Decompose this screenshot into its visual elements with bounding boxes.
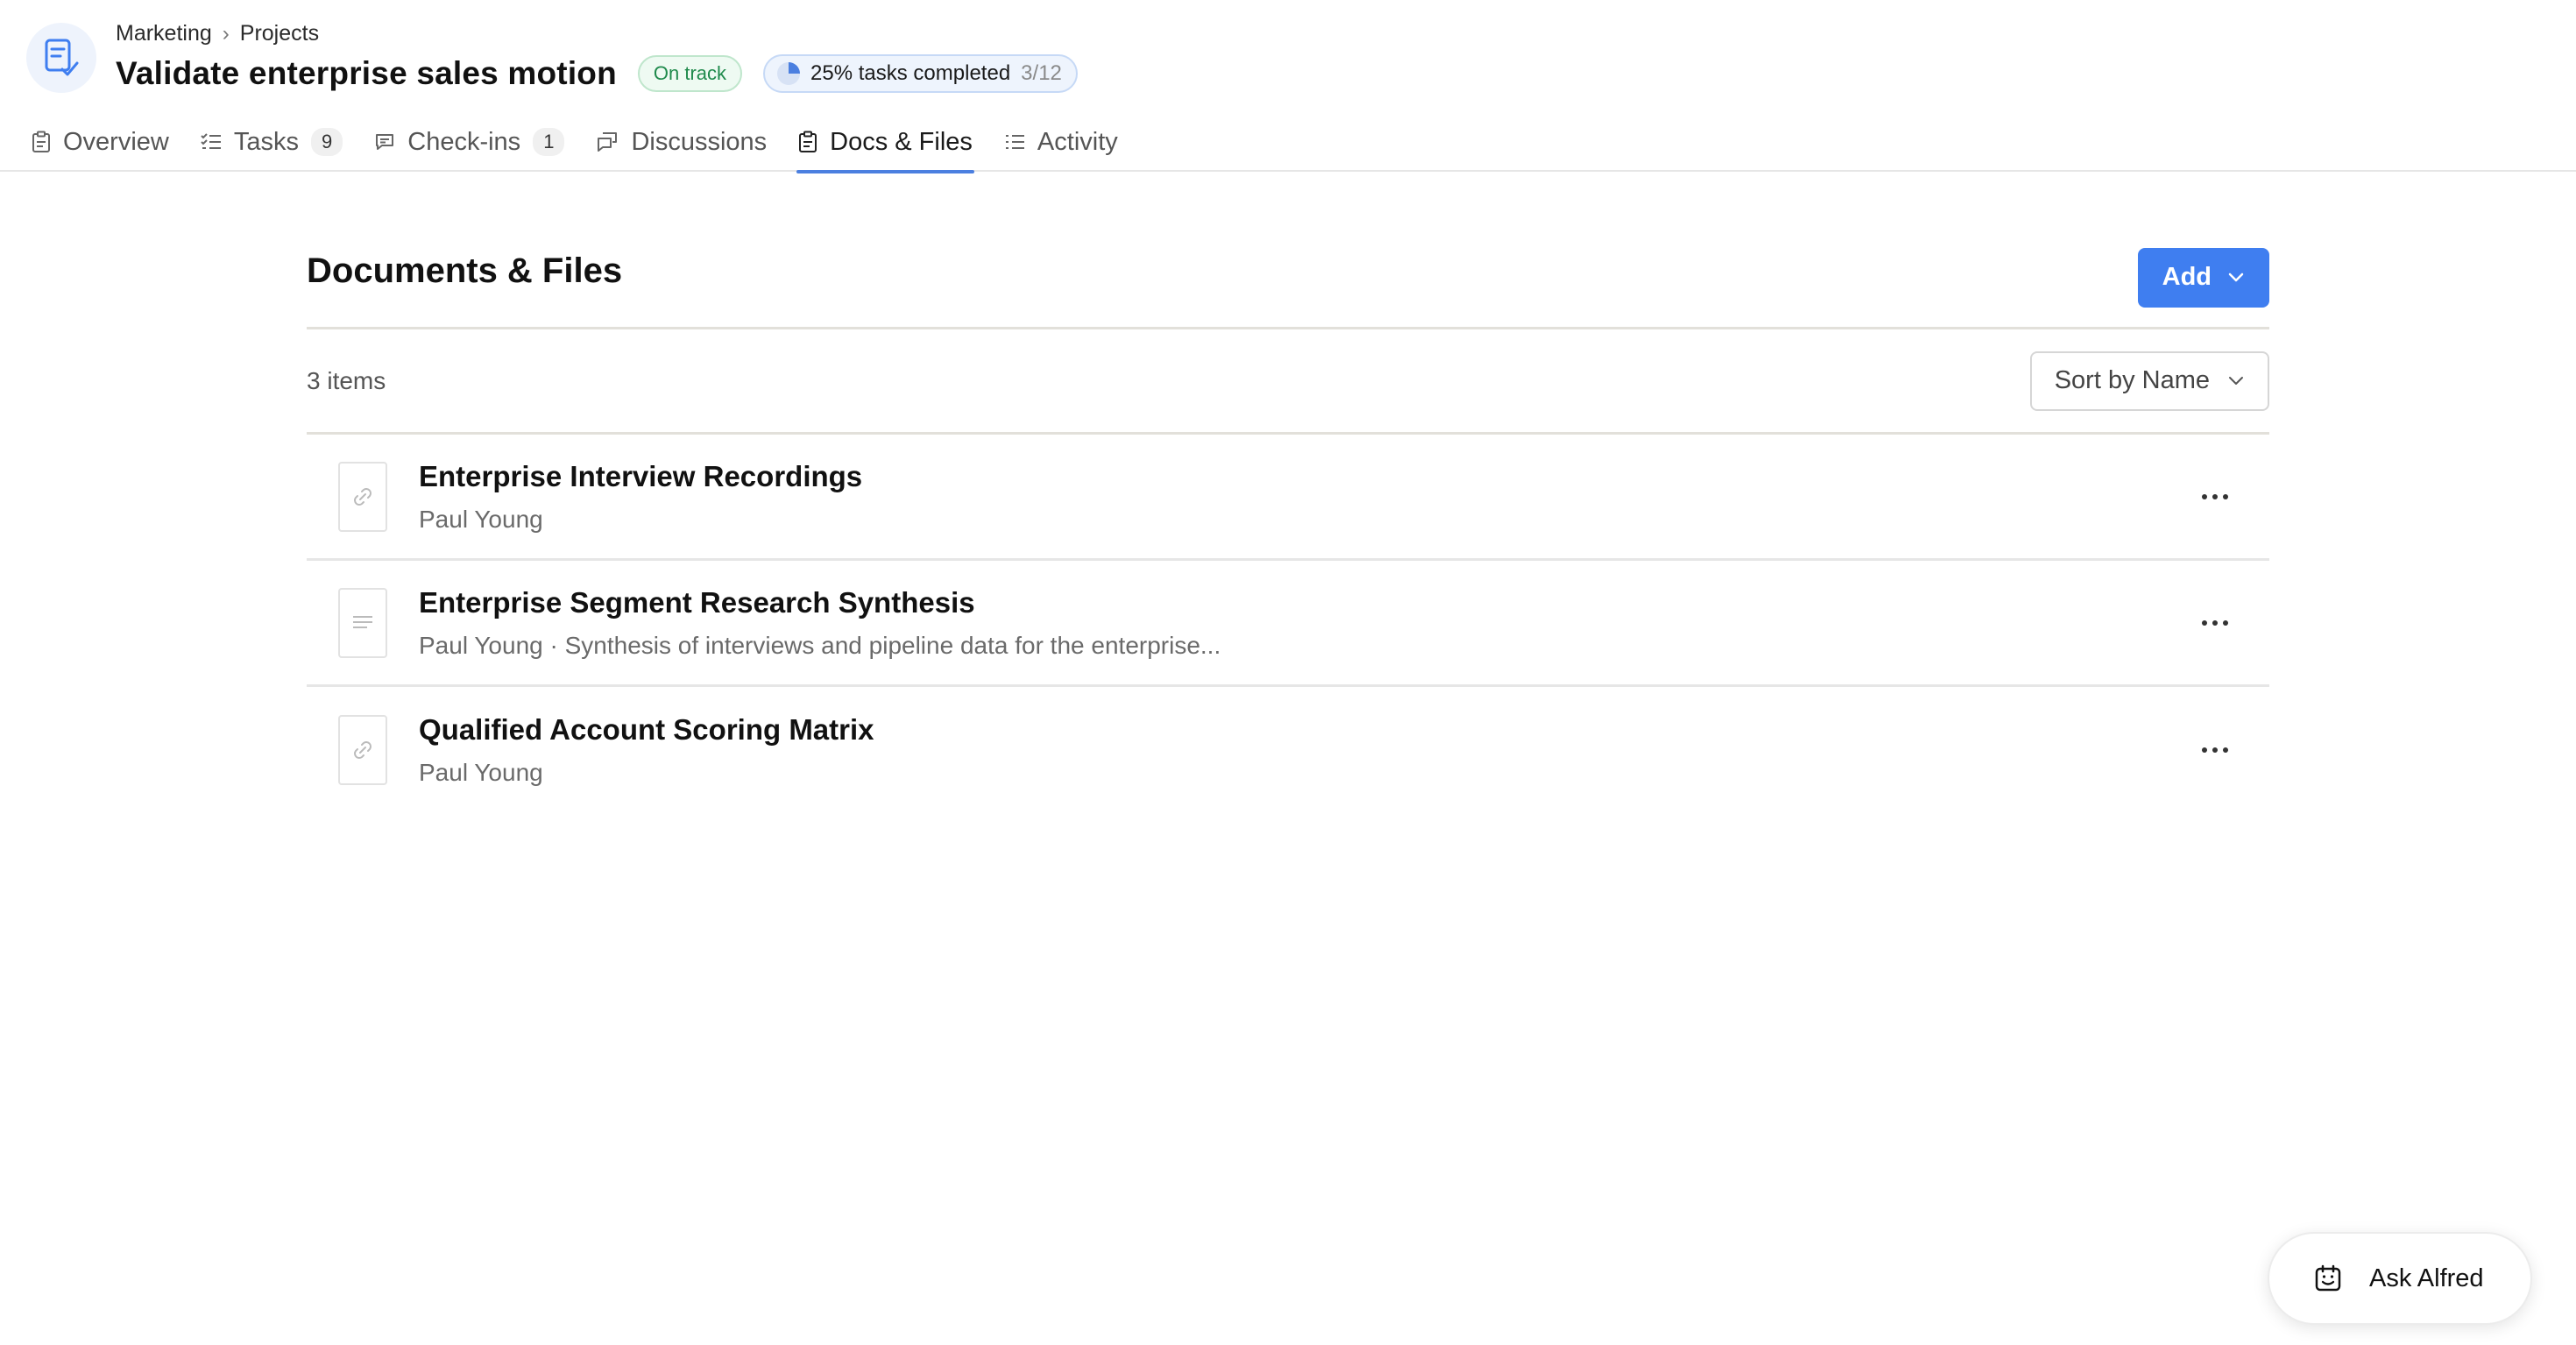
file-title[interactable]: Qualified Account Scoring Matrix (419, 713, 874, 747)
tab-discussions[interactable]: Discussions (594, 112, 768, 172)
more-options-icon[interactable] (2194, 479, 2236, 514)
tab-docs-files[interactable]: Docs & Files (796, 112, 974, 173)
tab-tasks[interactable]: Tasks 9 (199, 112, 344, 172)
breadcrumb-projects[interactable]: Projects (240, 21, 319, 46)
checklist-icon (201, 133, 221, 149)
add-button[interactable]: Add (2137, 247, 2269, 308)
file-title[interactable]: Enterprise Interview Recordings (419, 460, 862, 493)
chevron-down-icon (2228, 273, 2244, 281)
progress-count: 3/12 (1021, 61, 1062, 85)
tab-activity[interactable]: Activity (1002, 112, 1120, 172)
ask-alfred-button[interactable]: Ask Alfred (2268, 1232, 2532, 1325)
status-badge[interactable]: On track (637, 55, 743, 92)
list-icon (1005, 135, 1024, 149)
tab-bar: Overview Tasks 9 Check-ins 1 Discussions… (30, 112, 1120, 173)
breadcrumb-separator: › (222, 21, 230, 46)
list-toolbar: 3 items Sort by Name (307, 329, 2269, 435)
section-title: Documents & Files (307, 251, 623, 290)
file-meta: Paul Young (419, 505, 543, 533)
tab-overview[interactable]: Overview (30, 112, 171, 172)
section-header: Documents & Files Add (307, 237, 2269, 329)
tab-docs-files-label: Docs & Files (830, 127, 973, 156)
title-row: Validate enterprise sales motion On trac… (116, 53, 1078, 95)
tab-check-ins-label: Check-ins (407, 127, 521, 156)
project-icon (26, 23, 96, 93)
file-title[interactable]: Enterprise Segment Research Synthesis (419, 586, 1221, 619)
breadcrumb: Marketing › Projects (116, 21, 319, 46)
file-text: Enterprise Segment Research Synthesis Pa… (419, 586, 1221, 660)
file-meta: Paul Young · Synthesis of interviews and… (419, 631, 1221, 659)
tab-discussions-label: Discussions (631, 127, 768, 156)
tab-activity-label: Activity (1037, 127, 1118, 156)
chevron-down-icon (2229, 376, 2243, 385)
file-meta: Paul Young (419, 759, 543, 786)
link-icon (338, 715, 387, 785)
items-count: 3 items (307, 366, 386, 394)
sort-dropdown[interactable]: Sort by Name (2029, 350, 2269, 411)
tab-tasks-label: Tasks (233, 127, 299, 156)
add-button-label: Add (2162, 263, 2212, 291)
document-icon (338, 587, 387, 658)
sort-label: Sort by Name (2054, 366, 2210, 394)
list-item[interactable]: Enterprise Interview Recordings Paul You… (307, 435, 2269, 561)
tab-check-ins-count: 1 (533, 128, 565, 156)
breadcrumb-marketing[interactable]: Marketing (116, 21, 212, 46)
file-text: Qualified Account Scoring Matrix Paul Yo… (419, 713, 874, 787)
document-check-icon (45, 39, 79, 76)
discussion-icon (598, 132, 618, 152)
more-options-icon[interactable] (2194, 733, 2236, 768)
comment-icon (376, 134, 394, 150)
docs-files-section: Documents & Files Add 3 items Sort by Na… (307, 237, 2269, 813)
ask-alfred-label: Ask Alfred (2369, 1264, 2484, 1292)
clipboard-icon (32, 131, 50, 152)
project-header: Marketing › Projects Validate enterprise… (0, 0, 2576, 173)
progress-pie-icon (777, 62, 801, 85)
progress-label: 25% tasks completed (810, 61, 1011, 85)
clipboard-icon (799, 131, 817, 152)
file-list: Enterprise Interview Recordings Paul You… (307, 435, 2269, 813)
list-item[interactable]: Enterprise Segment Research Synthesis Pa… (307, 561, 2269, 687)
tab-overview-label: Overview (63, 127, 169, 156)
tab-tasks-count: 9 (311, 128, 343, 156)
page-title: Validate enterprise sales motion (116, 55, 617, 91)
progress-badge[interactable]: 25% tasks completed 3/12 (763, 54, 1078, 93)
file-text: Enterprise Interview Recordings Paul You… (419, 460, 862, 534)
tab-check-ins[interactable]: Check-ins 1 (372, 112, 566, 172)
more-options-icon[interactable] (2194, 605, 2236, 641)
calendar-check-icon (2315, 1264, 2341, 1292)
list-item[interactable]: Qualified Account Scoring Matrix Paul Yo… (307, 687, 2269, 813)
link-icon (338, 461, 387, 532)
